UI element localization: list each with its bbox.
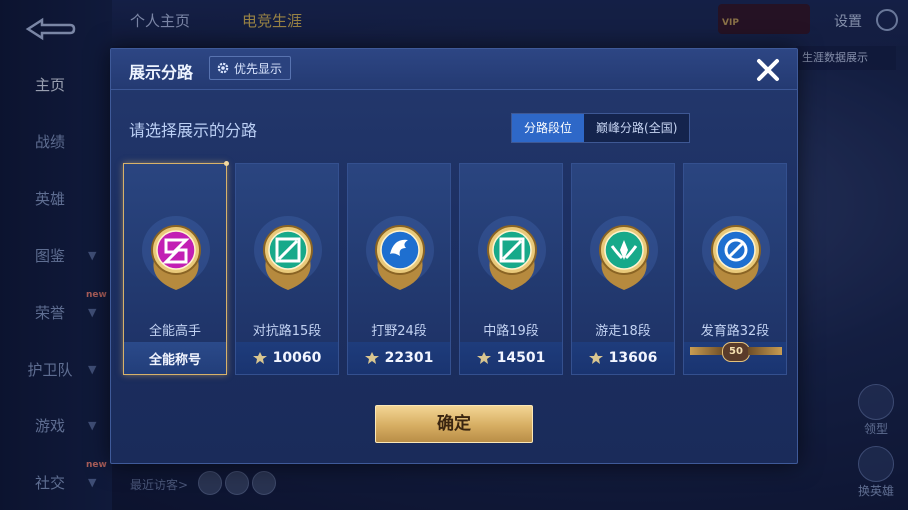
lane-card[interactable]: 游走18段 13606 <box>571 163 675 375</box>
confirm-button[interactable]: 确定 <box>375 405 533 443</box>
segment-lane-rank[interactable]: 分路段位 <box>512 114 585 142</box>
mid-lane-icon <box>478 216 546 290</box>
lane-score: 22301 <box>384 350 434 366</box>
gear-icon <box>217 62 229 74</box>
lane-name: 全能高手 <box>148 324 201 339</box>
all-round-icon <box>142 216 210 290</box>
lane-footer: 全能称号 <box>124 342 226 374</box>
dialog-header: 展示分路 优先显示 <box>111 49 797 90</box>
wing-left-icon <box>690 347 724 355</box>
rank-star-icon <box>588 352 603 364</box>
clash-lane-icon <box>254 216 322 290</box>
lane-name: 打野24段 <box>371 324 427 339</box>
lane-name: 发育路32段 <box>700 324 770 339</box>
lane-card[interactable]: 对抗路15段 10060 <box>235 163 339 375</box>
close-icon[interactable] <box>751 53 785 87</box>
lane-score: 13606 <box>608 350 658 366</box>
selected-dot <box>224 161 229 166</box>
lane-card[interactable]: 全能高手 全能称号 <box>123 161 229 375</box>
lane-score: 14501 <box>496 350 546 366</box>
lane-name: 中路19段 <box>483 324 539 339</box>
mode-segmented-control: 分路段位 巅峰分路(全国) <box>511 113 691 143</box>
dialog-subtitle: 请选择展示的分路 <box>129 121 258 140</box>
lane-card[interactable]: 打野24段 22301 <box>347 163 451 375</box>
segment-peak-lane[interactable]: 巅峰分路(全国) <box>584 114 689 142</box>
priority-display-label: 优先显示 <box>234 61 283 76</box>
wing-right-icon <box>748 347 782 355</box>
roam-icon <box>590 216 658 290</box>
all-round-title: 全能称号 <box>148 352 201 368</box>
lane-score: 10060 <box>272 350 322 366</box>
lane-name: 游走18段 <box>595 324 651 339</box>
lane-name: 对抗路15段 <box>252 324 322 339</box>
lane-footer: 22301 <box>348 342 450 374</box>
lane-footer: 10060 <box>236 342 338 374</box>
lane-footer: 13606 <box>572 342 674 374</box>
jungle-icon <box>366 216 434 290</box>
priority-display-button[interactable]: 优先显示 <box>209 56 292 80</box>
lane-card[interactable]: 中路19段 14501 <box>459 163 563 375</box>
lane-footer: 50 <box>684 342 786 374</box>
lane-card[interactable]: 发育路32段 50 <box>683 163 787 375</box>
lane-display-dialog: 展示分路 优先显示 请选择展示的分路 分路段位 巅峰分路(全国) 全能高手全能称… <box>110 48 798 464</box>
rank-star-icon <box>476 352 491 364</box>
lane-footer: 14501 <box>460 342 562 374</box>
farm-lane-icon <box>702 216 770 290</box>
level-badge: 50 <box>722 342 750 362</box>
rank-star-icon <box>364 352 379 364</box>
rank-star-icon <box>252 352 267 364</box>
dialog-title: 展示分路 <box>129 63 194 82</box>
